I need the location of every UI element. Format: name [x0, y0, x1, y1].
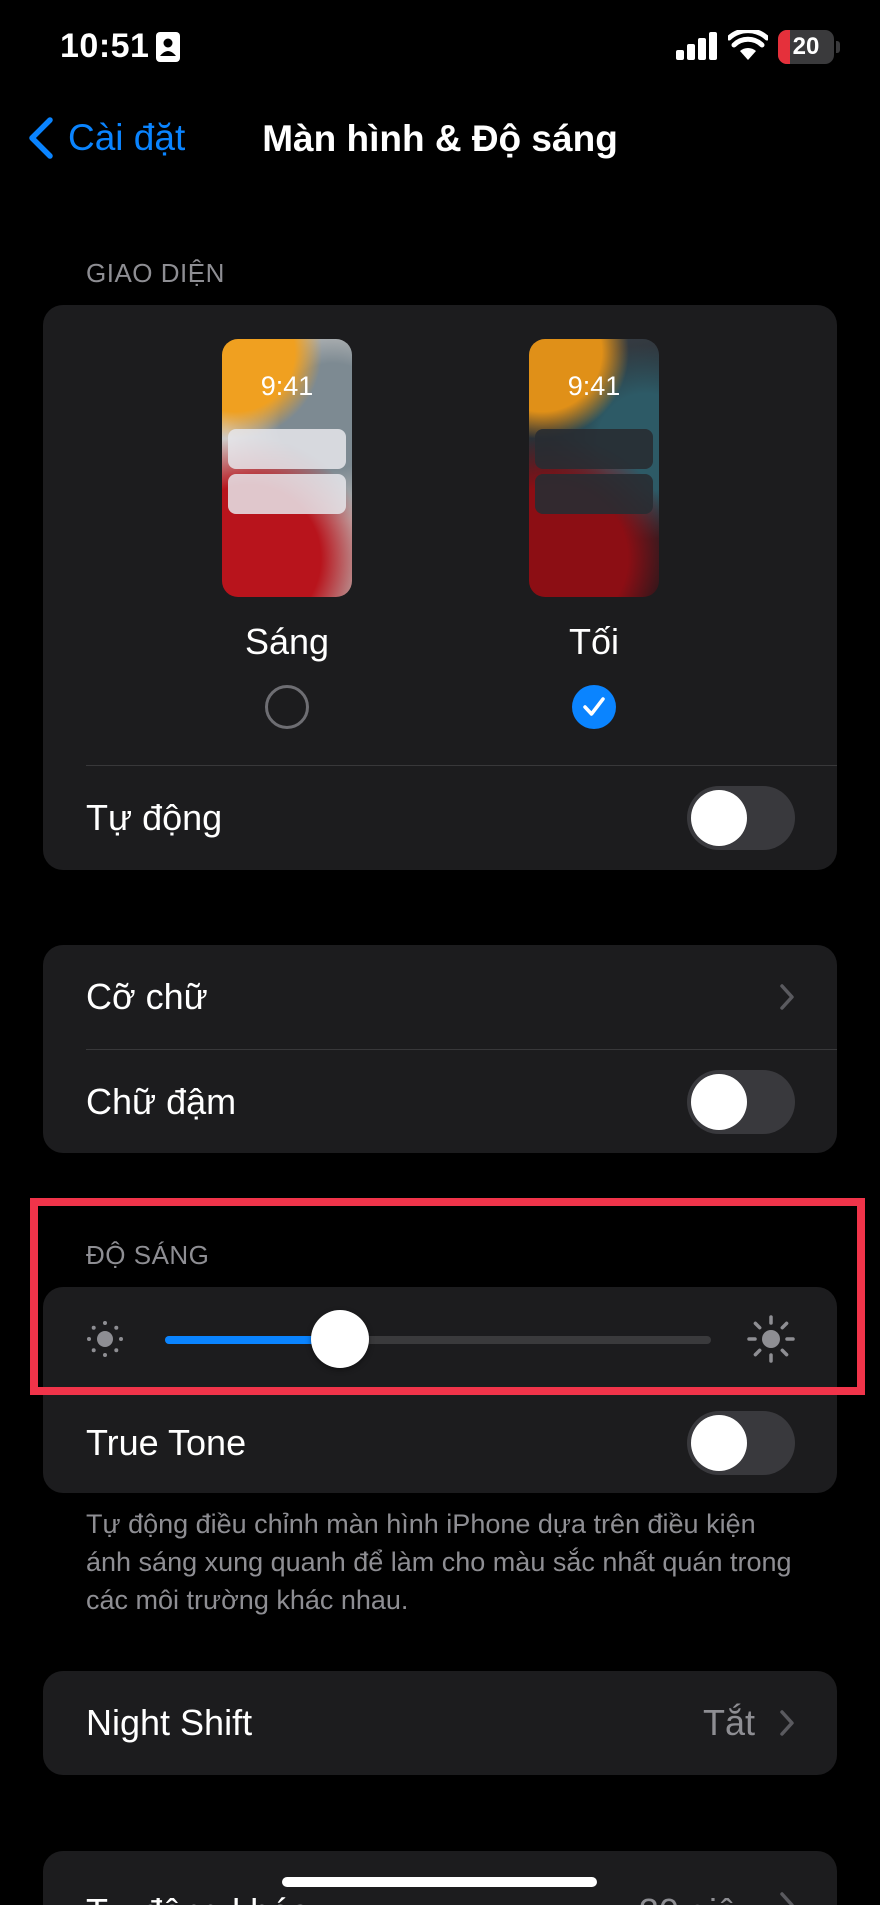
light-preview-notification: [228, 429, 346, 469]
checkmark-icon: [583, 697, 605, 716]
true-tone-description: Tự động điều chỉnh màn hình iPhone dựa t…: [86, 1509, 792, 1615]
true-tone-toggle[interactable]: [687, 1410, 795, 1475]
battery-level: 20: [792, 33, 820, 60]
chevron-right-icon: [780, 984, 794, 1010]
highlight-box: [30, 1198, 865, 1395]
dark-mode-option[interactable]: 9:41 Tối: [529, 339, 659, 729]
wifi-icon: [728, 30, 768, 60]
light-mode-label: Sáng: [244, 621, 330, 662]
bold-text-toggle[interactable]: [687, 1069, 795, 1134]
light-mode-option[interactable]: 9:41 Sáng: [222, 339, 352, 729]
status-time: 10:51: [60, 27, 150, 65]
automatic-row: Tự động: [43, 766, 837, 870]
dark-preview-time: 9:41: [567, 371, 621, 401]
night-shift-value: Tắt: [702, 1702, 755, 1743]
dark-mode-preview: 9:41: [529, 339, 659, 597]
toggle-knob: [691, 790, 747, 846]
night-shift-row[interactable]: Night Shift Tắt: [43, 1671, 837, 1775]
light-mode-preview: 9:41: [222, 339, 352, 597]
dark-mode-radio[interactable]: [572, 685, 616, 729]
light-mode-radio[interactable]: [265, 685, 309, 729]
night-shift-group: Night Shift Tắt: [43, 1671, 837, 1775]
home-indicator: [282, 1877, 597, 1887]
navigation-bar: Cài đặt Màn hình & Độ sáng: [0, 100, 880, 180]
appearance-header: GIAO DIỆN: [86, 258, 225, 288]
true-tone-row: True Tone: [43, 1392, 837, 1493]
true-tone-label: True Tone: [86, 1421, 247, 1463]
bold-text-label: Chữ đậm: [86, 1080, 237, 1122]
dark-preview-notification: [535, 429, 653, 469]
auto-lock-label: Tự động khóa: [86, 1891, 310, 1905]
chevron-right-icon: [780, 1710, 794, 1736]
text-size-row[interactable]: Cỡ chữ: [43, 945, 837, 1049]
dark-mode-label: Tối: [568, 621, 619, 662]
bold-text-row: Chữ đậm: [43, 1050, 837, 1153]
contact-card-icon: [156, 32, 180, 62]
page-title: Màn hình & Độ sáng: [262, 118, 618, 159]
battery-icon: 20: [778, 30, 834, 64]
text-settings-group: Cỡ chữ Chữ đậm: [43, 945, 837, 1153]
automatic-toggle[interactable]: [687, 786, 795, 850]
auto-lock-value: 30 giây: [639, 1891, 755, 1905]
battery-tip: [836, 41, 840, 53]
night-shift-label: Night Shift: [86, 1702, 253, 1743]
dark-preview-notification: [535, 474, 653, 514]
status-bar: 10:51 20: [0, 0, 880, 100]
toggle-knob: [691, 1073, 747, 1130]
chevron-right-icon: [780, 1892, 794, 1905]
signal-icon: [676, 32, 717, 60]
toggle-knob: [691, 1414, 747, 1471]
automatic-label: Tự động: [86, 797, 223, 838]
light-preview-notification: [228, 474, 346, 514]
text-size-label: Cỡ chữ: [86, 976, 208, 1017]
appearance-group: 9:41 Sáng 9:41 Tối Tự động: [43, 305, 837, 870]
light-preview-time: 9:41: [260, 371, 314, 401]
